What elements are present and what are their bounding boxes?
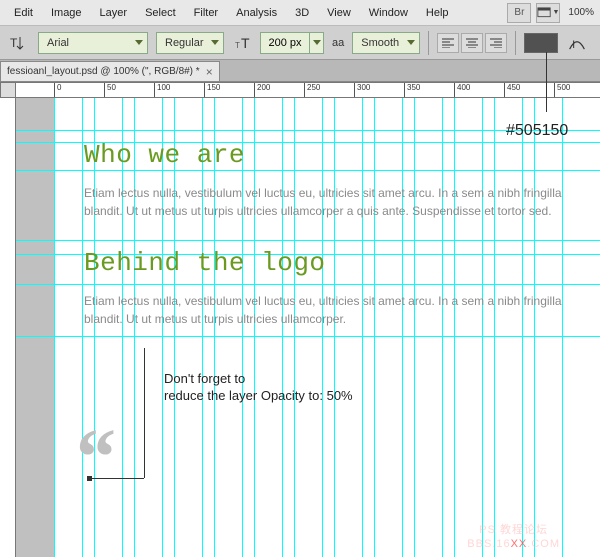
menu-image[interactable]: Image xyxy=(43,3,90,23)
canvas-area[interactable]: Who we are Etiam lectus nulla, vestibulu… xyxy=(16,98,600,557)
document-tab-title: fessioanl_layout.psd @ 100% (", RGB/8#) … xyxy=(7,66,200,77)
text-align-group xyxy=(437,33,507,53)
ruler-tick: 500 xyxy=(554,83,570,97)
paragraph-2[interactable]: Etiam lectus nulla, vestibulum vel luctu… xyxy=(84,292,564,328)
screen-mode-icon xyxy=(537,7,551,18)
ruler-tick: 0 xyxy=(54,83,61,97)
ruler-tick: 250 xyxy=(304,83,320,97)
annotation-color-pointer xyxy=(546,52,547,112)
annotation-dot xyxy=(87,476,92,481)
divider xyxy=(428,31,429,55)
menu-layer[interactable]: Layer xyxy=(92,3,136,23)
ruler-tick: 350 xyxy=(404,83,420,97)
ruler-tick: 450 xyxy=(504,83,520,97)
font-size-field[interactable] xyxy=(261,37,309,49)
font-size-input[interactable] xyxy=(260,32,324,54)
antialias-dropdown[interactable]: Smooth xyxy=(352,32,420,54)
document-content: Who we are Etiam lectus nulla, vestibulu… xyxy=(84,140,564,356)
align-right-button[interactable] xyxy=(485,33,507,53)
watermark-line2: BBS.16XX.COM xyxy=(467,537,560,551)
align-right-icon xyxy=(490,38,502,48)
ruler-tick: 150 xyxy=(204,83,220,97)
font-family-dropdown[interactable]: Arial xyxy=(38,32,148,54)
svg-text:T: T xyxy=(10,36,18,50)
annotation-leader-vertical xyxy=(144,348,145,478)
svg-text:T: T xyxy=(241,35,250,51)
antialias-label: aa xyxy=(332,37,344,49)
menu-edit[interactable]: Edit xyxy=(6,3,41,23)
heading-who-we-are[interactable]: Who we are xyxy=(84,140,564,170)
chevron-down-icon[interactable] xyxy=(309,33,323,53)
svg-text:I: I xyxy=(572,38,575,50)
align-left-button[interactable] xyxy=(437,33,459,53)
font-style-value: Regular xyxy=(165,37,204,49)
watermark: PS 教程论坛 BBS.16XX.COM xyxy=(467,523,560,551)
screen-mode-button[interactable]: ▼ xyxy=(536,3,560,23)
zoom-display: 100% xyxy=(568,7,594,18)
bridge-label: Br xyxy=(514,7,524,18)
menu-window[interactable]: Window xyxy=(361,3,416,23)
menu-help[interactable]: Help xyxy=(418,3,457,23)
annotation-color-label: #505150 xyxy=(506,122,568,140)
bridge-button[interactable]: Br xyxy=(507,3,531,23)
document-tab-bar: fessioanl_layout.psd @ 100% (", RGB/8#) … xyxy=(0,60,600,82)
font-style-dropdown[interactable]: Regular xyxy=(156,32,224,54)
divider xyxy=(515,31,516,55)
menu-3d[interactable]: 3D xyxy=(287,3,317,23)
chevron-down-icon xyxy=(407,40,415,45)
horizontal-ruler[interactable]: 0 50 100 150 200 250 300 350 400 450 500 xyxy=(16,82,600,98)
align-center-icon xyxy=(466,38,478,48)
annotation-tip-line1: Don't forget to xyxy=(164,370,353,387)
menu-filter[interactable]: Filter xyxy=(186,3,226,23)
text-orientation-icon: T xyxy=(9,34,27,52)
font-size-icon: TT xyxy=(232,31,256,55)
warp-text-button[interactable]: I xyxy=(566,33,588,53)
paragraph-1[interactable]: Etiam lectus nulla, vestibulum vel luctu… xyxy=(84,184,564,220)
text-tool-indicator[interactable]: T xyxy=(6,31,30,55)
quote-mark-glyph[interactable]: “ xyxy=(76,428,110,488)
annotation-leader-horizontal xyxy=(89,478,144,479)
annotation-tip-text: Don't forget to reduce the layer Opacity… xyxy=(164,370,353,404)
font-family-value: Arial xyxy=(47,37,69,49)
vertical-ruler[interactable] xyxy=(0,82,16,557)
annotation-tip-line2: reduce the layer Opacity to: 50% xyxy=(164,387,353,404)
guide-vertical[interactable] xyxy=(54,98,55,557)
menu-view[interactable]: View xyxy=(319,3,359,23)
watermark-line1: PS 教程论坛 xyxy=(467,523,560,537)
align-left-icon xyxy=(442,38,454,48)
ruler-tick: 200 xyxy=(254,83,270,97)
ruler-tick: 300 xyxy=(354,83,370,97)
menu-bar: Edit Image Layer Select Filter Analysis … xyxy=(0,0,600,26)
document-tab[interactable]: fessioanl_layout.psd @ 100% (", RGB/8#) … xyxy=(0,61,220,81)
ruler-tick: 100 xyxy=(154,83,170,97)
menu-analysis[interactable]: Analysis xyxy=(228,3,285,23)
ruler-tick: 50 xyxy=(104,83,116,97)
antialias-value: Smooth xyxy=(361,37,399,49)
warp-text-icon: I xyxy=(566,32,588,54)
chevron-down-icon xyxy=(211,40,219,45)
menu-select[interactable]: Select xyxy=(137,3,184,23)
options-bar: T Arial Regular TT aa Smooth I xyxy=(0,26,600,60)
heading-behind-logo[interactable]: Behind the logo xyxy=(84,248,564,278)
align-center-button[interactable] xyxy=(461,33,483,53)
chevron-down-icon xyxy=(135,40,143,45)
ruler-tick: 400 xyxy=(454,83,470,97)
close-icon[interactable]: × xyxy=(206,65,213,79)
text-color-swatch[interactable] xyxy=(524,33,558,53)
ruler-origin[interactable] xyxy=(0,82,16,98)
svg-text:T: T xyxy=(235,41,240,50)
